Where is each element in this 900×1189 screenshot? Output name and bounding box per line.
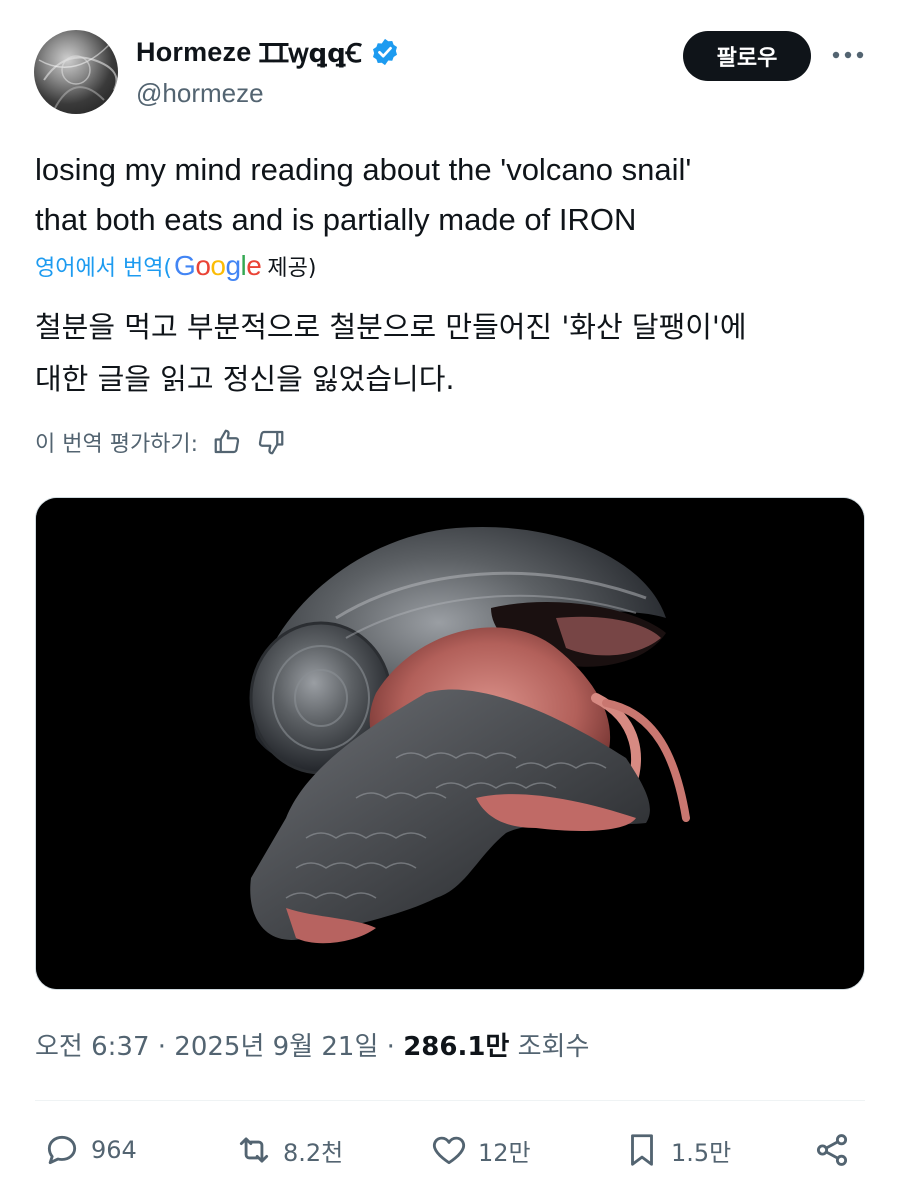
bookmark-icon: [631, 1134, 653, 1166]
repost-button[interactable]: 8.2천: [235, 1122, 343, 1178]
translated-text-line: 철분을 먹고 부분적으로 철분으로 만들어진 '화산 달팽이'에: [35, 310, 747, 344]
provided-by-label: 제공): [267, 256, 317, 281]
meta-separator: ·: [386, 1032, 395, 1062]
reply-count: 964: [91, 1136, 137, 1164]
more-horizontal-icon: [832, 51, 864, 59]
more-options-button[interactable]: [830, 40, 866, 70]
share-icon: [816, 1134, 848, 1166]
follow-button[interactable]: 팔로우: [683, 31, 811, 81]
rate-translation-row: 이 번역 평가하기:: [35, 426, 286, 458]
tweet-meta: 오전 6:37 · 2025년 9월 21일 · 286.1만 조회수: [35, 1026, 589, 1063]
view-count: 286.1만: [403, 1032, 510, 1062]
share-button[interactable]: [813, 1122, 851, 1178]
display-name[interactable]: Hormeze: [136, 37, 251, 68]
divider: [35, 1100, 865, 1101]
tweet-text: losing my mind reading about the 'volcan…: [35, 145, 865, 245]
repost-icon: [239, 1137, 269, 1163]
rate-translation-label: 이 번역 평가하기:: [35, 432, 199, 457]
heart-icon: [432, 1136, 466, 1165]
translation-attribution: 영어에서 번역( Google 제공): [35, 250, 316, 282]
translated-text-line: 대한 글을 읽고 정신을 잃었습니다.: [35, 362, 455, 396]
meta-separator: ·: [157, 1032, 167, 1062]
google-logo: Google: [174, 250, 262, 281]
author-name-row[interactable]: Hormeze ꞮꞮꝡꝗꝗꞒ: [136, 34, 400, 70]
bookmark-button[interactable]: 1.5만: [623, 1122, 731, 1178]
thumbs-down-icon[interactable]: [256, 427, 286, 457]
tweet-text-line: that both eats and is partially made of …: [35, 202, 637, 237]
display-name-glyphs: ꞮꞮꝡꝗꝗꞒ: [259, 38, 362, 68]
tweet-text-line: losing my mind reading about the 'volcan…: [35, 152, 692, 187]
author-handle[interactable]: @hormeze: [136, 78, 264, 109]
thumbs-up-icon[interactable]: [212, 427, 242, 457]
verified-badge-icon: [372, 38, 397, 66]
reply-button[interactable]: 964: [43, 1122, 137, 1178]
snail-photo: [36, 498, 864, 989]
translated-text: 철분을 먹고 부분적으로 철분으로 만들어진 '화산 달팽이'에 대한 글을 읽…: [35, 301, 865, 405]
like-count: 12만: [478, 1138, 531, 1167]
tweet-time[interactable]: 오전 6:37: [35, 1032, 150, 1062]
reply-icon: [47, 1135, 77, 1165]
avatar[interactable]: [34, 30, 118, 114]
repost-count: 8.2천: [283, 1138, 344, 1167]
bookmark-count: 1.5만: [671, 1138, 732, 1167]
tweet-date[interactable]: 2025년 9월 21일: [174, 1032, 378, 1062]
translated-from-link[interactable]: 영어에서 번역(: [35, 250, 172, 282]
like-button[interactable]: 12만: [430, 1122, 531, 1178]
view-count-label: 조회수: [517, 1032, 590, 1062]
tweet-image[interactable]: [35, 497, 865, 990]
action-bar: 964 8.2천 12만 1.5만: [35, 1122, 865, 1178]
